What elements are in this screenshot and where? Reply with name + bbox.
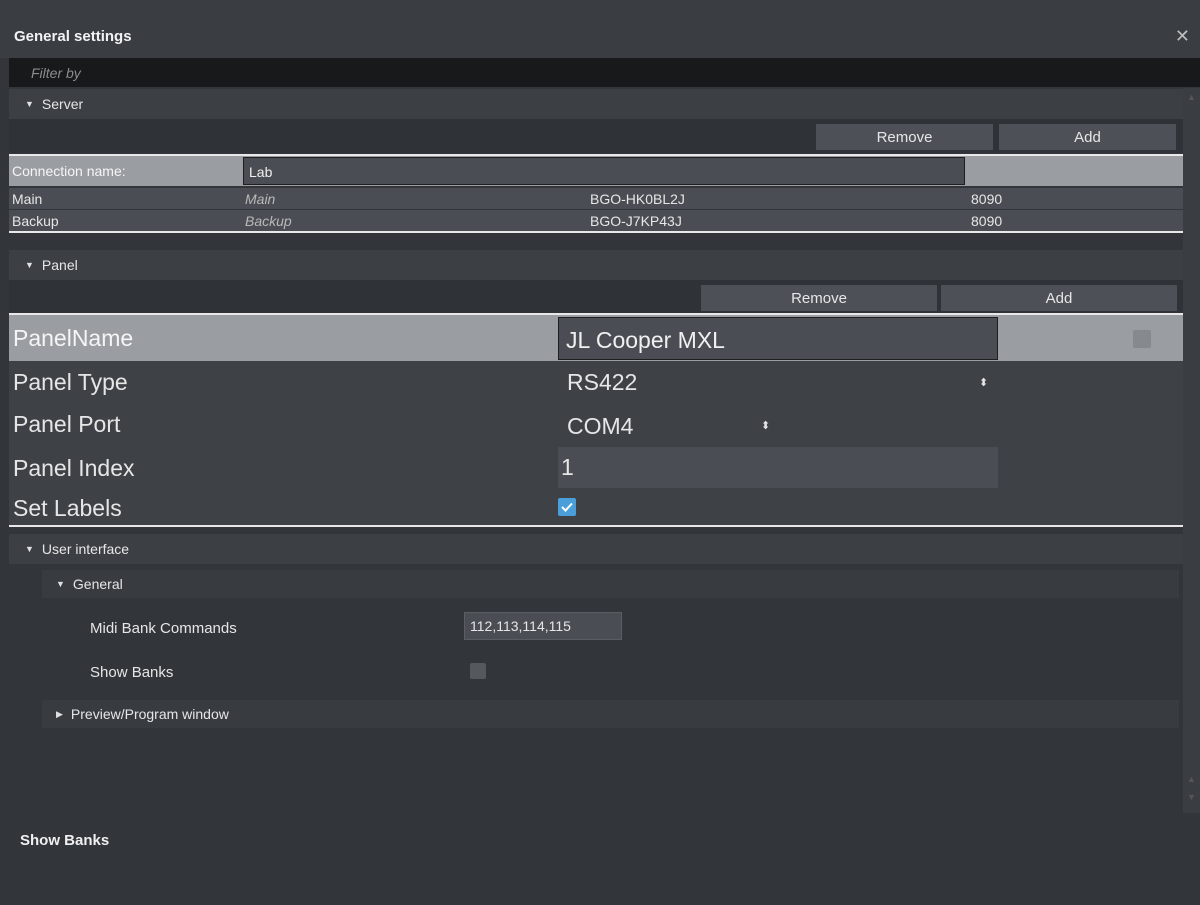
server-row-port[interactable]: 8090	[971, 213, 1002, 229]
panel-index-value: 1	[561, 454, 574, 480]
scroll-up-icon[interactable]: ▲	[1187, 774, 1196, 784]
server-section-header[interactable]: ▼ Server	[9, 89, 1183, 119]
triangle-right-icon: ▶	[56, 708, 63, 719]
updown-icon[interactable]: ⬍	[979, 376, 988, 389]
filter-input[interactable]	[9, 58, 1200, 87]
scroll-up-icon[interactable]: ▲	[1187, 92, 1196, 102]
show-banks-checkbox[interactable]	[470, 663, 486, 679]
panel-port-select[interactable]: COM4	[567, 413, 633, 440]
server-row-name: Backup	[12, 213, 59, 229]
divider	[9, 525, 1183, 527]
triangle-down-icon: ▼	[25, 544, 34, 554]
triangle-down-icon: ▼	[56, 579, 65, 589]
panel-port-row[interactable]: Panel Port COM4 ⬍	[9, 404, 1183, 447]
server-row-alias[interactable]: Backup	[245, 213, 292, 229]
triangle-down-icon: ▼	[25, 260, 34, 270]
panel-index-label: Panel Index	[13, 455, 135, 481]
user-interface-section-title: User interface	[41, 541, 130, 557]
server-connection-row[interactable]: Connection name: Lab	[9, 156, 1183, 186]
preview-program-subsection-title: Preview/Program window	[70, 706, 229, 722]
server-row-port[interactable]: 8090	[971, 191, 1002, 207]
connection-name-value: Lab	[249, 164, 273, 180]
divider	[9, 231, 1183, 233]
panel-index-input[interactable]: 1	[558, 447, 998, 488]
title-bar: General settings ✕	[0, 0, 1200, 58]
close-icon[interactable]: ✕	[1175, 26, 1190, 47]
user-interface-section-header[interactable]: ▼ User interface	[9, 534, 1183, 564]
general-subsection-title: General	[72, 576, 123, 592]
panel-name-input[interactable]: JL Cooper MXL	[558, 317, 998, 360]
checkmark-icon	[561, 502, 573, 512]
server-row-main[interactable]: Main Main BGO-HK0BL2J 8090	[9, 188, 1183, 209]
panel-name-label: PanelName	[13, 325, 134, 351]
triangle-down-icon: ▼	[25, 99, 34, 109]
server-add-button[interactable]: Add	[999, 124, 1176, 150]
panel-remove-button[interactable]: Remove	[701, 285, 937, 311]
panel-type-label: Panel Type	[13, 369, 128, 395]
panel-add-button[interactable]: Add	[941, 285, 1177, 311]
settings-content: ▼ Server Remove Add Connection name: Lab…	[9, 88, 1183, 905]
left-gutter	[0, 58, 9, 905]
connection-name-label: Connection name:	[12, 163, 126, 179]
show-banks-label: Show Banks	[90, 664, 174, 681]
description-title: Show Banks	[20, 832, 110, 849]
panel-toolbar: Remove Add	[9, 280, 1183, 314]
preview-program-subsection-header[interactable]: ▶ Preview/Program window	[42, 700, 1179, 728]
panel-type-select[interactable]: RS422	[567, 369, 637, 396]
scroll-down-icon[interactable]: ▼	[1187, 792, 1196, 802]
panel-section-header[interactable]: ▼ Panel	[9, 250, 1183, 280]
panel-name-value: JL Cooper MXL	[566, 327, 725, 353]
panel-row-checkbox[interactable]	[1133, 330, 1151, 348]
midi-bank-commands-label: Midi Bank Commands	[90, 620, 237, 637]
general-subsection-header[interactable]: ▼ General	[42, 570, 1179, 598]
panel-port-label: Panel Port	[13, 411, 121, 437]
midi-bank-commands-input[interactable]: 112,113,114,115	[464, 612, 622, 640]
connection-name-input[interactable]: Lab	[243, 157, 965, 185]
server-toolbar: Remove Add	[9, 119, 1183, 153]
set-labels-checkbox[interactable]	[558, 498, 576, 516]
vertical-scrollbar[interactable]: ▲ ▲ ▼	[1183, 88, 1200, 813]
server-row-host[interactable]: BGO-HK0BL2J	[590, 191, 685, 207]
panel-name-row[interactable]: PanelName JL Cooper MXL	[9, 315, 1183, 361]
panel-index-row[interactable]: Panel Index 1	[9, 447, 1183, 490]
server-row-alias[interactable]: Main	[245, 191, 275, 207]
server-section-title: Server	[41, 96, 84, 112]
server-row-backup[interactable]: Backup Backup BGO-J7KP43J 8090	[9, 210, 1183, 231]
panel-section-title: Panel	[41, 257, 78, 273]
updown-icon[interactable]: ⬍	[761, 419, 770, 432]
set-labels-row[interactable]: Set Labels	[9, 490, 1183, 526]
server-remove-button[interactable]: Remove	[816, 124, 993, 150]
server-row-name: Main	[12, 191, 43, 207]
server-row-host[interactable]: BGO-J7KP43J	[590, 213, 682, 229]
panel-type-row[interactable]: Panel Type RS422 ⬍	[9, 361, 1183, 404]
set-labels-label: Set Labels	[13, 495, 122, 521]
midi-bank-commands-value: 112,113,114,115	[470, 618, 571, 634]
window-title: General settings	[14, 28, 132, 45]
